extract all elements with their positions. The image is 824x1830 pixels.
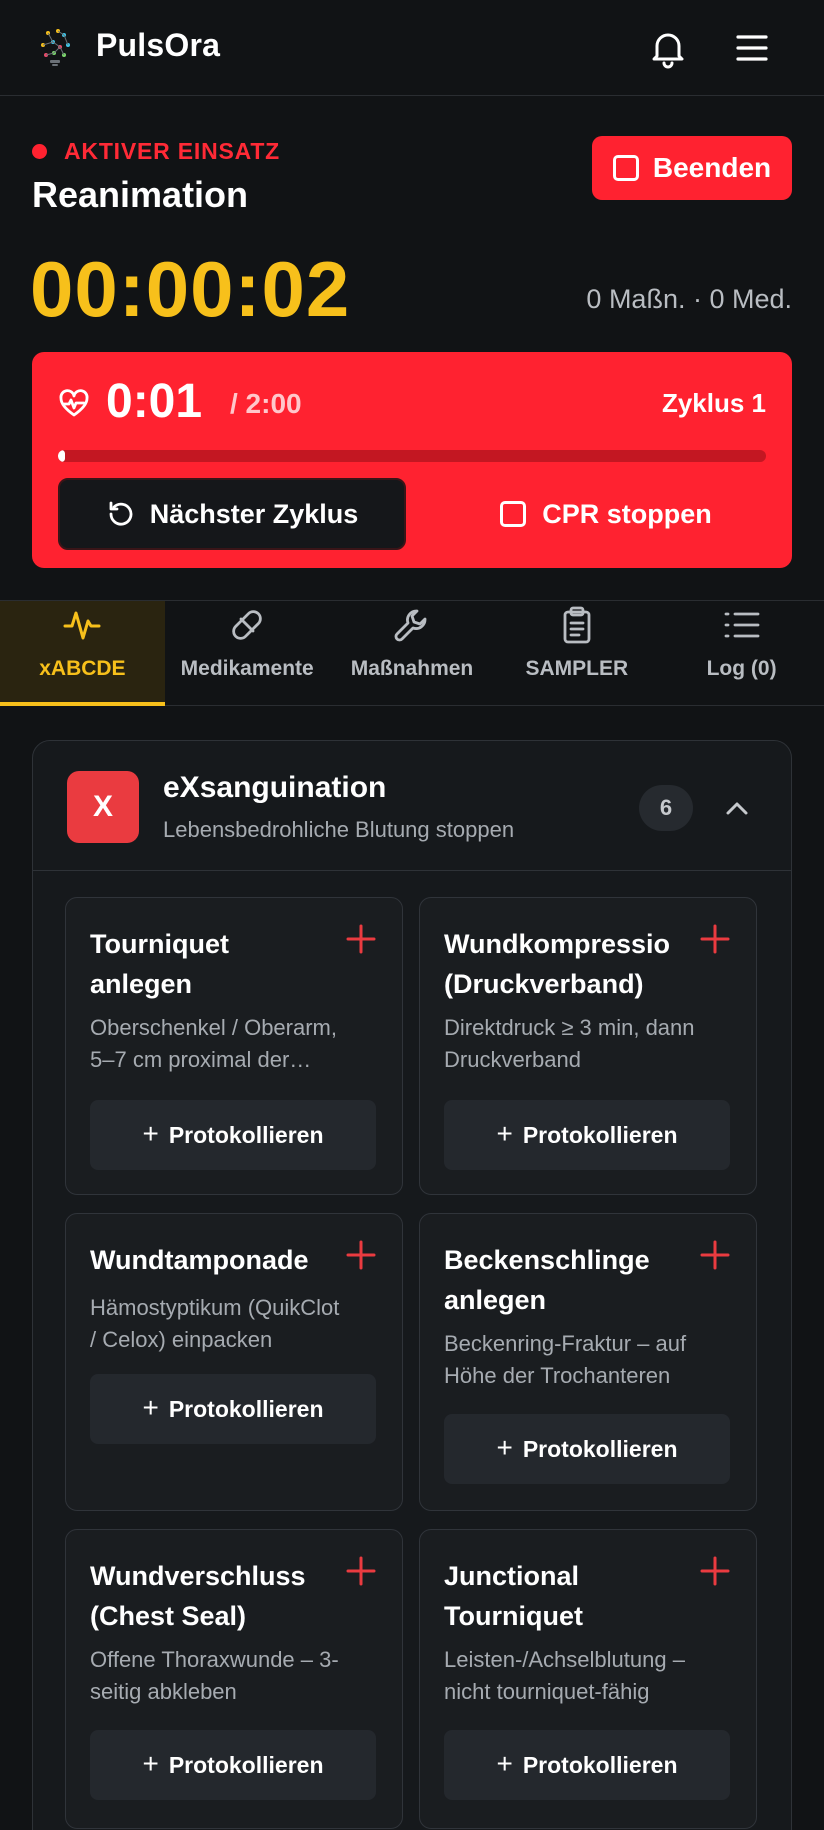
measure-card-wundkompression: Wundkompressio (Druckverband) Direktdruck… <box>419 897 757 1195</box>
card-description: Hämostyptikum (QuikClot / Celox) einpacke… <box>90 1295 340 1352</box>
tab-bar: xABCDE Medikamente Maßnahmen SAMPLER Log… <box>0 600 824 706</box>
mission-status: AKTIVER EINSATZ <box>32 138 280 165</box>
section-subtitle: Lebensbedrohliche Blutung stoppen <box>163 817 515 842</box>
tab-massnahmen[interactable]: Maßnahmen <box>330 601 495 705</box>
section-title: eXsanguination <box>163 771 387 804</box>
log-button[interactable]: + Protokollieren <box>90 1374 376 1444</box>
card-title: Tourniquet anlegen <box>90 929 229 999</box>
log-label: Protokollieren <box>522 1435 678 1462</box>
log-label: Protokollieren <box>522 1121 678 1148</box>
measure-card-beckenschlinge: Beckenschlinge anlegen Beckenring-Fraktur… <box>419 1213 757 1511</box>
restart-icon <box>109 501 133 526</box>
heart-pulse-icon <box>59 389 89 417</box>
plus-icon: + <box>496 1432 513 1463</box>
end-mission-button[interactable]: Beenden <box>592 136 792 200</box>
cpr-progress-fill <box>58 450 66 462</box>
stop-square-icon <box>500 501 527 527</box>
cpr-total: / 2:00 <box>230 388 302 419</box>
card-description: Direktdruck ≥ 3 min, dann Druckverband <box>444 1015 695 1072</box>
log-button[interactable]: + Protokollieren <box>444 1730 730 1800</box>
plus-icon[interactable] <box>346 924 376 954</box>
brain-network-icon <box>41 29 70 66</box>
chevron-up-icon[interactable] <box>721 793 753 825</box>
status-label: AKTIVER EINSATZ <box>64 138 281 164</box>
section-header[interactable]: X eXsanguination Lebensbedrohliche Blutu… <box>33 741 791 871</box>
tab-log[interactable]: Log (0) <box>659 601 824 705</box>
measure-card-tourniquet: Tourniquet anlegen Oberschenkel / Oberarm… <box>65 897 403 1195</box>
section-count-badge: 6 <box>639 785 693 831</box>
plus-icon: + <box>496 1118 513 1149</box>
log-button[interactable]: + Protokollieren <box>90 1730 376 1800</box>
clipboard-icon <box>563 606 591 644</box>
plus-icon: + <box>142 1392 159 1423</box>
cpr-panel: 0:01 / 2:00 Zyklus 1 Nächster Zyklus CPR… <box>32 352 792 568</box>
cpr-progress-bar <box>58 450 766 462</box>
card-description: Offene Thoraxwunde – 3- seitig abkleben <box>90 1647 339 1704</box>
card-title: Beckenschlinge anlegen <box>444 1245 650 1315</box>
log-label: Protokollieren <box>522 1751 678 1778</box>
tab-xabcde[interactable]: xABCDE <box>0 601 165 706</box>
status-dot-icon <box>32 144 47 159</box>
tab-label: xABCDE <box>39 657 126 680</box>
top-bar: PulsOra <box>0 0 824 96</box>
card-description: Oberschenkel / Oberarm, 5–7 cm proximal d… <box>90 1015 337 1072</box>
log-label: Protokollieren <box>168 1121 324 1148</box>
pulse-icon <box>63 611 101 640</box>
card-title: Wundkompressio (Druckverband) <box>444 929 671 999</box>
tab-label: Medikamente <box>180 657 314 680</box>
mission-title: Reanimation <box>32 174 249 215</box>
log-button[interactable]: + Protokollieren <box>444 1414 730 1484</box>
card-description: Leisten-/Achselblutung – nicht tourniquet… <box>444 1647 685 1704</box>
tab-medikamente[interactable]: Medikamente <box>165 601 330 705</box>
measure-card-junctional-tourniquet: Junctional Tourniquet Leisten-/Achselblut… <box>419 1529 757 1829</box>
plus-icon: + <box>142 1118 159 1149</box>
end-mission-label: Beenden <box>652 152 772 183</box>
wrench-icon <box>394 609 427 642</box>
plus-icon: + <box>142 1748 159 1779</box>
pill-icon <box>232 610 262 640</box>
card-description: Beckenring-Fraktur – auf Höhe der Trochan… <box>444 1331 687 1388</box>
log-label: Protokollieren <box>168 1395 324 1422</box>
log-button[interactable]: + Protokollieren <box>444 1100 730 1170</box>
bell-icon[interactable] <box>646 26 690 70</box>
tab-label: Maßnahmen <box>350 657 474 680</box>
list-icon <box>724 612 759 638</box>
card-title: Wundverschluss (Chest Seal) <box>90 1561 306 1631</box>
plus-icon[interactable] <box>346 1240 376 1270</box>
tab-label: SAMPLER <box>525 657 629 680</box>
plus-icon: + <box>496 1748 513 1779</box>
card-title: Junctional Tourniquet <box>444 1561 583 1631</box>
mission-counts: 0 Maßn. · 0 Med. <box>586 284 792 314</box>
next-cycle-button[interactable]: Nächster Zyklus <box>58 478 406 550</box>
log-button[interactable]: + Protokollieren <box>90 1100 376 1170</box>
log-label: Protokollieren <box>168 1751 324 1778</box>
plus-icon[interactable] <box>700 1556 730 1586</box>
plus-icon[interactable] <box>700 1240 730 1270</box>
card-title: Wundtamponade <box>90 1245 309 1275</box>
cpr-elapsed: 0:01 <box>106 375 203 428</box>
plus-icon[interactable] <box>700 924 730 954</box>
measure-card-wundtamponade: Wundtamponade Hämostyptikum (QuikClot / C… <box>65 1213 403 1511</box>
stop-square-icon <box>612 155 639 181</box>
stop-cpr-label: CPR stoppen <box>542 498 712 529</box>
plus-icon[interactable] <box>346 1556 376 1586</box>
stop-cpr-button[interactable]: CPR stoppen <box>456 478 756 550</box>
tab-label: Log (0) <box>706 657 777 680</box>
xabcde-section-x: X eXsanguination Lebensbedrohliche Blutu… <box>32 740 792 1830</box>
cpr-cycle: Zyklus 1 <box>661 388 766 418</box>
app-title: PulsOra <box>96 27 221 63</box>
hamburger-menu-icon[interactable] <box>732 26 772 70</box>
next-cycle-label: Nächster Zyklus <box>149 498 359 529</box>
tab-sampler[interactable]: SAMPLER <box>494 601 659 705</box>
section-badge: X <box>67 771 139 843</box>
mission-timer: 00:00:02 <box>30 245 351 333</box>
measure-card-chest-seal: Wundverschluss (Chest Seal) Offene Thorax… <box>65 1529 403 1829</box>
